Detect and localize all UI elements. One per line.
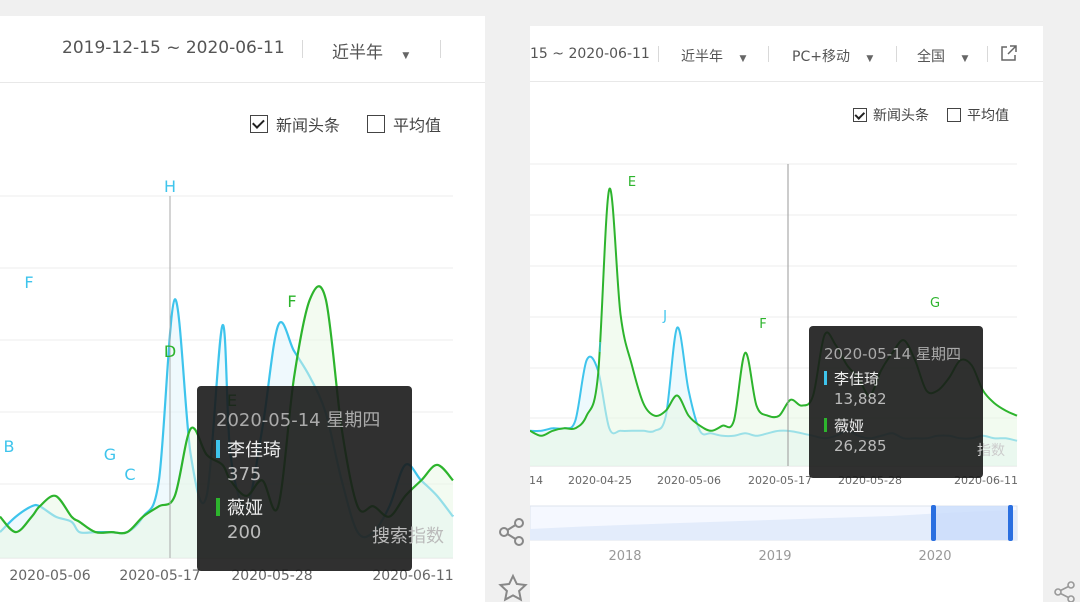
star-icon[interactable]	[498, 573, 528, 602]
tooltip-series-value: 375	[227, 464, 262, 485]
news-marker-label: F	[287, 292, 296, 311]
series-color-marker	[824, 371, 827, 385]
chart-watermark: 搜索指数	[372, 526, 444, 547]
tooltip-series-name: 薇娅	[227, 498, 263, 519]
overview-year-label: 2018	[608, 549, 641, 564]
overview-handle-right	[1008, 505, 1013, 541]
series-color-marker	[216, 498, 220, 516]
x-tick-label: 2020-05-06	[657, 474, 721, 487]
tooltip-series-name: 李佳琦	[227, 440, 281, 461]
news-marker-label: B	[4, 437, 15, 456]
overview-handle-left	[931, 505, 936, 541]
share-icon[interactable]	[1053, 580, 1077, 602]
x-tick-label: 14	[530, 474, 543, 487]
share-icon[interactable]	[498, 517, 526, 547]
x-tick-label: 2020-04-25	[568, 474, 632, 487]
news-marker-label: D	[164, 342, 176, 361]
x-tick-label: 2020-05-17	[119, 568, 200, 584]
tooltip-series-name: 薇娅	[834, 417, 865, 435]
news-marker-label: I	[598, 341, 602, 356]
news-marker-label: G	[104, 445, 116, 464]
chart-tooltip: 2020-05-14 星期四 李佳琦 13,882 薇娅 26,285	[809, 326, 983, 478]
right-chart-panel: 15 ~ 2020-06-11 近半年 ▼ PC+移动 ▼ 全国 ▼ 新闻头条 …	[530, 26, 1043, 602]
overview-selection	[934, 506, 1012, 540]
tooltip-series-name: 李佳琦	[834, 370, 880, 388]
news-marker-label: C	[124, 465, 135, 484]
overview-year-label: 2019	[758, 549, 791, 564]
x-tick-label: 2020-05-17	[748, 474, 812, 487]
tooltip-series-value: 26,285	[834, 437, 887, 455]
news-marker-label: G	[930, 296, 940, 311]
trend-chart[interactable]: 14 2020-04-25 2020-05-06 2020-05-17 2020-05-…	[530, 26, 1043, 602]
tooltip-series-value: 200	[227, 522, 262, 543]
overview-year-label: 2020	[918, 549, 951, 564]
news-marker-label: J	[662, 309, 667, 324]
news-marker-label: H	[164, 177, 176, 196]
series-color-marker	[824, 418, 827, 432]
tooltip-date: 2020-05-14 星期四	[216, 410, 381, 431]
tooltip-series-value: 13,882	[834, 390, 887, 408]
news-marker-label: F	[24, 273, 33, 292]
chart-watermark: 指数	[977, 443, 1005, 459]
news-marker-label: F	[759, 317, 766, 332]
x-tick-label: 2020-05-06	[9, 568, 90, 584]
left-chart-panel: 2019-12-15 ~ 2020-06-11 近半年 ▼ 新闻头条 平均值 2…	[0, 16, 485, 602]
tooltip-date: 2020-05-14 星期四	[824, 345, 961, 363]
news-marker-label: E	[628, 175, 636, 190]
series-color-marker	[216, 440, 220, 458]
